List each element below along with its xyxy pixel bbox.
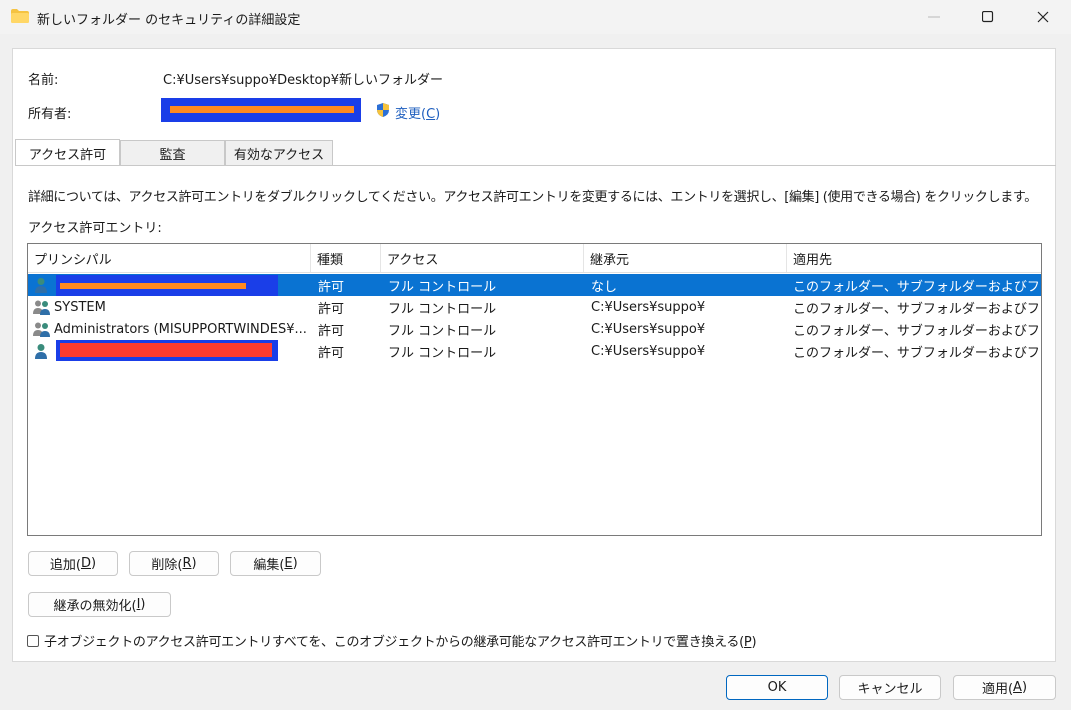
- table-row[interactable]: 許可 フル コントロール なし このフォルダー、サブフォルダーおよびファイル: [28, 274, 1041, 296]
- permission-entries-list[interactable]: プリンシパル 種類 アクセス 継承元 適用先 許可 フル コントロール なし こ…: [27, 243, 1042, 536]
- applies-cell: このフォルダー、サブフォルダーおよびファイル: [793, 301, 1039, 317]
- applies-cell: このフォルダー、サブフォルダーおよびファイル: [793, 323, 1039, 339]
- inherited-cell: なし: [591, 279, 618, 295]
- table-row[interactable]: Administrators (MISUPPORTWINDES¥... 許可 フ…: [28, 318, 1041, 340]
- column-inherited-from[interactable]: 継承元: [584, 244, 787, 272]
- cancel-button[interactable]: キャンセル: [839, 675, 941, 700]
- folder-icon: [11, 9, 29, 23]
- column-principal[interactable]: プリンシパル: [28, 244, 311, 272]
- replace-child-permissions-option[interactable]: 子オブジェクトのアクセス許可エントリすべてを、このオブジェクトからの継承可能なア…: [27, 631, 757, 650]
- access-cell: フル コントロール: [388, 345, 497, 361]
- access-cell: フル コントロール: [388, 279, 497, 295]
- user-icon: [34, 340, 50, 362]
- type-cell: 許可: [318, 323, 345, 339]
- tab-auditing[interactable]: 監査: [120, 140, 225, 165]
- user-icon: [34, 274, 50, 296]
- column-applies-to[interactable]: 適用先: [787, 244, 1041, 272]
- owner-redacted: [161, 98, 361, 122]
- close-button[interactable]: [1020, 0, 1066, 34]
- inherited-cell: C:¥Users¥suppo¥: [591, 321, 706, 337]
- principal-cell: [56, 274, 306, 296]
- title-bar: 新しいフォルダー のセキュリティの詳細設定: [0, 0, 1071, 34]
- table-row[interactable]: SYSTEM 許可 フル コントロール C:¥Users¥suppo¥ このフォ…: [28, 296, 1041, 318]
- shield-icon: [375, 102, 391, 122]
- applies-cell: このフォルダー、サブフォルダーおよびファイル: [793, 345, 1039, 361]
- type-cell: 許可: [318, 301, 345, 317]
- disable-inheritance-button[interactable]: 継承の無効化(I): [28, 592, 171, 617]
- access-cell: フル コントロール: [388, 323, 497, 339]
- access-cell: フル コントロール: [388, 301, 497, 317]
- window-title: 新しいフォルダー のセキュリティの詳細設定: [37, 13, 301, 28]
- edit-button[interactable]: 編集(E): [230, 551, 321, 576]
- owner-label: 所有者:: [28, 107, 72, 122]
- replace-child-permissions-checkbox[interactable]: [27, 634, 39, 647]
- principal-cell: [56, 340, 306, 362]
- apply-button[interactable]: 適用(A): [953, 675, 1056, 700]
- table-row[interactable]: 許可 フル コントロール C:¥Users¥suppo¥ このフォルダー、サブフ…: [28, 340, 1041, 362]
- group-icon: [32, 318, 52, 340]
- ok-button[interactable]: OK: [726, 675, 828, 700]
- maximize-icon: [982, 11, 994, 23]
- tab-effective-access[interactable]: 有効なアクセス: [225, 140, 333, 165]
- type-cell: 許可: [318, 279, 345, 295]
- change-owner-link[interactable]: 変更(C): [375, 102, 440, 122]
- tab-permissions[interactable]: アクセス許可: [15, 139, 120, 166]
- instructions-text: 詳細については、アクセス許可エントリをダブルクリックしてください。アクセス許可エ…: [28, 190, 1037, 205]
- principal-cell: Administrators (MISUPPORTWINDES¥...: [54, 321, 307, 337]
- close-icon: [1037, 11, 1049, 23]
- applies-cell: このフォルダー、サブフォルダーおよびファイル: [793, 279, 1039, 295]
- type-cell: 許可: [318, 345, 345, 361]
- name-label: 名前:: [28, 73, 59, 88]
- remove-button[interactable]: 削除(R): [129, 551, 219, 576]
- minimize-icon: [928, 16, 940, 18]
- inherited-cell: C:¥Users¥suppo¥: [591, 299, 706, 315]
- list-header: プリンシパル 種類 アクセス 継承元 適用先: [28, 244, 1041, 273]
- maximize-button[interactable]: [965, 0, 1011, 34]
- name-value: C:¥Users¥suppo¥Desktop¥新しいフォルダー: [163, 73, 444, 88]
- column-type[interactable]: 種類: [311, 244, 381, 272]
- principal-cell: SYSTEM: [54, 299, 106, 315]
- tab-divider: [15, 165, 1056, 166]
- add-button[interactable]: 追加(D): [28, 551, 118, 576]
- column-access[interactable]: アクセス: [381, 244, 584, 272]
- entries-label: アクセス許可エントリ:: [28, 221, 162, 236]
- group-icon: [32, 296, 52, 318]
- inherited-cell: C:¥Users¥suppo¥: [591, 343, 706, 359]
- minimize-button[interactable]: [911, 0, 957, 34]
